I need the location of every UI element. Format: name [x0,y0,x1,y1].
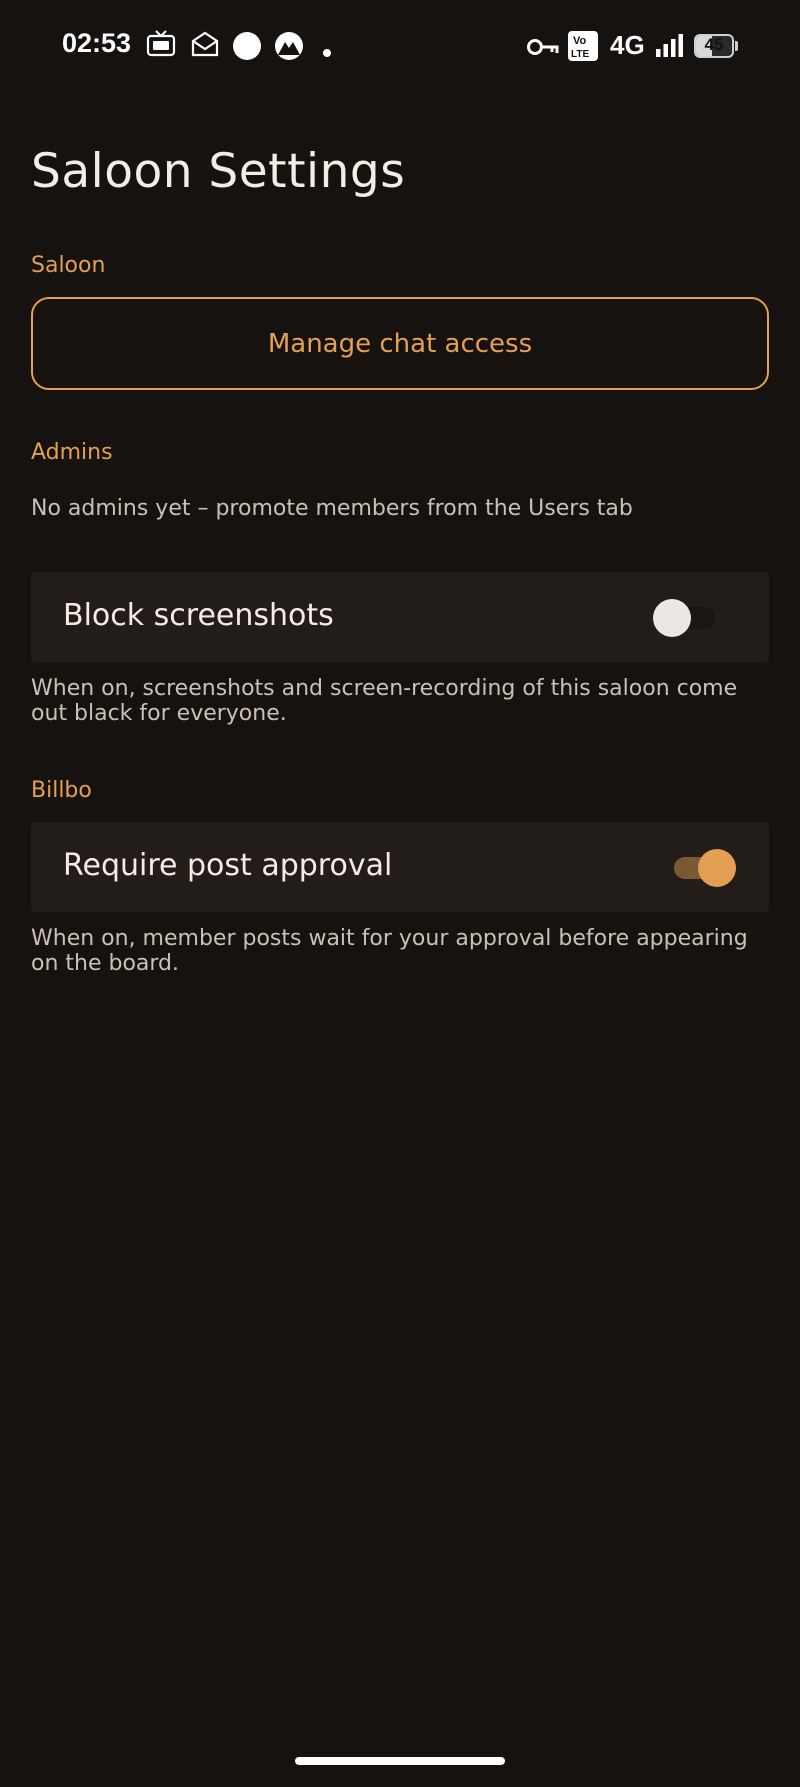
key-icon [527,36,559,62]
section-label-billbo: Billbo [31,778,92,803]
section-label-saloon: Saloon [31,253,106,278]
block-screenshots-toggle[interactable] [653,599,719,637]
screen: 02:53 Vo LTE 4G 45 Saloon Settings Saloo… [0,0,800,1787]
signal-icon [655,34,685,62]
post-approval-toggle[interactable] [668,849,736,887]
dot-icon [323,42,331,61]
battery-level: 45 [704,35,724,54]
tv-app-icon [146,30,176,62]
page-title: Saloon Settings [31,144,406,199]
battery-tip [735,41,738,51]
block-screenshots-row[interactable]: Block screenshots [31,572,769,662]
mountain-app-icon [274,31,304,65]
post-approval-row[interactable]: Require post approval [31,822,769,912]
svg-text:LTE: LTE [571,49,589,60]
home-indicator[interactable] [295,1757,505,1765]
manage-chat-access-button[interactable]: Manage chat access [31,297,769,390]
circle-icon [232,31,262,65]
post-approval-label: Require post approval [63,848,393,883]
svg-text:Vo: Vo [573,35,587,47]
block-screenshots-label: Block screenshots [63,598,334,633]
admins-empty-text: No admins yet – promote members from the… [31,496,633,521]
post-approval-description: When on, member posts wait for your appr… [31,926,748,976]
section-label-admins: Admins [31,440,113,465]
network-type: 4G [610,30,645,60]
volte-icon: Vo LTE [567,30,599,66]
block-screenshots-description: When on, screenshots and screen-recordin… [31,676,738,726]
battery-icon: 45 [694,34,734,58]
status-time: 02:53 [62,28,132,58]
toggle-knob [698,849,736,887]
toggle-knob [653,599,691,637]
manage-chat-access-label: Manage chat access [267,328,533,359]
status-bar: 02:53 Vo LTE 4G 45 [0,0,800,94]
mail-icon [190,30,220,62]
